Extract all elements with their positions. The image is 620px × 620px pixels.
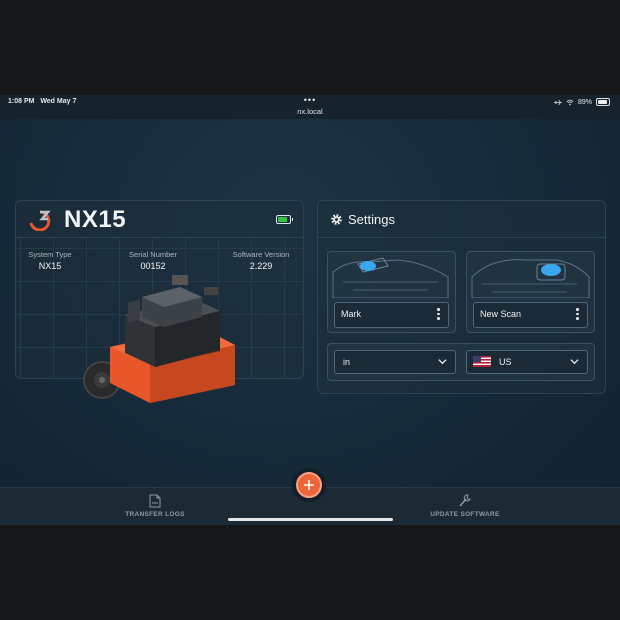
- add-button[interactable]: [292, 468, 326, 502]
- transfer-logs-button[interactable]: TRANSFER LOGS: [85, 494, 225, 518]
- device-top-illustration: [471, 259, 590, 298]
- units-region-row: in US: [327, 343, 595, 381]
- us-flag-icon: [473, 356, 491, 367]
- update-software-label: UPDATE SOFTWARE: [430, 511, 500, 518]
- plus-icon: [304, 480, 314, 490]
- mode-card-mark[interactable]: Mark: [327, 251, 456, 333]
- region-value: US: [499, 357, 512, 367]
- battery-full-icon: [276, 215, 293, 224]
- file-log-icon: [149, 494, 161, 508]
- update-software-button[interactable]: UPDATE SOFTWARE: [395, 494, 535, 518]
- battery-percent: 89%: [577, 98, 592, 106]
- settings-card: Settings Mark New Scan in US: [317, 200, 606, 394]
- add-button-face[interactable]: [296, 472, 322, 498]
- unit-value: in: [343, 357, 351, 367]
- settings-header: Settings: [318, 201, 605, 238]
- status-bar: 1:08 PM Wed May 7 ••• nx.local 89%: [0, 95, 620, 119]
- more-vert-icon[interactable]: [437, 308, 440, 322]
- unit-dropdown[interactable]: in: [334, 350, 456, 374]
- info-software-version: Software Version 2.229: [232, 250, 290, 271]
- device-top-illustration: [332, 257, 449, 298]
- brand-logo-icon: [29, 210, 51, 231]
- wrench-icon: [459, 494, 471, 507]
- home-indicator[interactable]: [228, 518, 393, 521]
- url-label: nx.local: [297, 107, 323, 116]
- device-name: NX15: [64, 206, 127, 233]
- mode-card-new-scan[interactable]: New Scan: [466, 251, 595, 333]
- mode-select-new-scan[interactable]: New Scan: [473, 302, 588, 328]
- battery-icon: [596, 98, 610, 106]
- chevron-down-icon: [570, 359, 579, 365]
- wifi-icon: [566, 99, 574, 105]
- chevron-down-icon: [438, 359, 447, 365]
- multitask-dots[interactable]: •••: [0, 95, 620, 105]
- status-icons: 89%: [553, 98, 610, 106]
- mode-select-mark[interactable]: Mark: [334, 302, 449, 328]
- mode-label-new-scan: New Scan: [480, 309, 522, 319]
- device-image: [83, 275, 235, 403]
- app-screen: 1:08 PM Wed May 7 ••• nx.local 89% NX15 …: [0, 95, 620, 525]
- transfer-logs-label: TRANSFER LOGS: [125, 511, 185, 518]
- info-system-type: System Type NX15: [28, 250, 72, 271]
- mode-label-mark: Mark: [341, 309, 361, 319]
- airplane-icon: [553, 99, 562, 105]
- gear-icon: [331, 214, 342, 225]
- info-serial-number: Serial Number 00152: [129, 250, 177, 271]
- device-card-header: NX15: [16, 201, 303, 238]
- region-dropdown[interactable]: US: [466, 350, 588, 374]
- more-vert-icon[interactable]: [576, 308, 579, 322]
- settings-title: Settings: [348, 212, 395, 227]
